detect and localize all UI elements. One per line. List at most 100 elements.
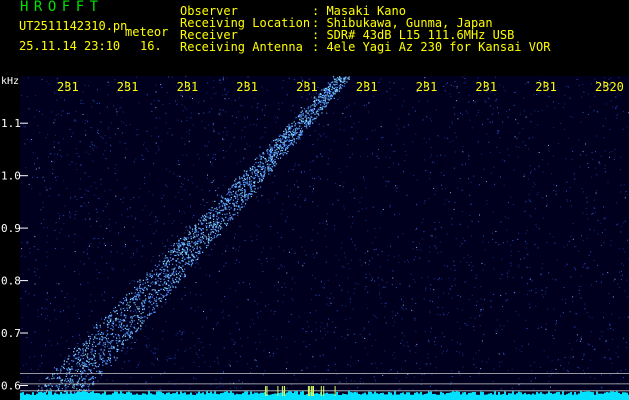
- trace-pixel: [280, 157, 282, 159]
- noise-pixel: [36, 176, 38, 178]
- trace-pixel: [309, 122, 311, 124]
- trace-pixel: [266, 150, 268, 152]
- noise-pixel: [55, 176, 56, 178]
- trace-pixel: [208, 242, 210, 244]
- noise-pixel: [225, 250, 227, 252]
- noise-pixel: [468, 178, 469, 180]
- trace-pixel: [94, 365, 96, 367]
- noise-pixel: [278, 108, 280, 110]
- noise-pixel: [454, 202, 456, 204]
- trace-pixel: [261, 179, 263, 181]
- noise-pixel: [368, 263, 370, 265]
- noise-pixel: [93, 238, 95, 240]
- trace-pixel: [219, 210, 221, 212]
- trace-pixel: [254, 173, 256, 175]
- noise-pixel: [344, 256, 346, 258]
- noise-pixel: [337, 199, 339, 201]
- trace-pixel: [269, 169, 271, 171]
- trace-pixel: [136, 289, 138, 291]
- trace-pixel: [253, 191, 255, 193]
- noise-pixel: [492, 238, 494, 240]
- trace-pixel: [299, 134, 301, 136]
- noise-pixel: [216, 387, 218, 389]
- noise-pixel: [347, 328, 349, 330]
- noise-pixel: [530, 170, 532, 172]
- trace-pixel: [83, 389, 85, 391]
- noise-pixel: [372, 206, 374, 208]
- noise-pixel: [449, 126, 451, 128]
- noise-pixel: [271, 164, 273, 166]
- trace-pixel: [237, 181, 239, 183]
- noise-pixel: [588, 316, 590, 318]
- trace-pixel: [71, 368, 74, 370]
- noise-pixel: [504, 90, 506, 92]
- trace-pixel: [92, 377, 94, 379]
- noise-pixel: [587, 93, 589, 95]
- noise-pixel: [428, 198, 430, 199]
- noise-pixel: [622, 222, 624, 224]
- noise-pixel: [583, 370, 584, 371]
- noise-pixel: [159, 100, 161, 102]
- noise-pixel: [617, 283, 619, 285]
- noise-pixel: [518, 232, 520, 234]
- noise-pixel: [238, 250, 239, 252]
- noise-pixel: [604, 164, 606, 166]
- trace-pixel: [300, 111, 302, 113]
- noise-pixel: [27, 376, 29, 378]
- noise-pixel: [101, 294, 103, 296]
- noise-pixel: [72, 336, 74, 338]
- noise-pixel: [580, 297, 582, 299]
- trace-pixel: [170, 259, 172, 262]
- noise-pixel: [412, 241, 414, 243]
- noise-pixel: [499, 152, 501, 153]
- noise-pixel: [537, 327, 539, 329]
- trace-pixel: [84, 353, 87, 355]
- trace-pixel: [84, 349, 86, 351]
- trace-pixel: [287, 145, 289, 147]
- trace-pixel: [274, 158, 276, 161]
- trace-pixel: [126, 328, 128, 330]
- noise-pixel: [271, 141, 273, 143]
- trace-pixel: [70, 381, 73, 383]
- noise-pixel: [265, 105, 267, 106]
- noise-pixel: [470, 317, 472, 319]
- noise-pixel: [530, 121, 532, 123]
- noise-pixel: [541, 268, 543, 270]
- noise-pixel: [587, 268, 589, 270]
- trace-pixel: [67, 380, 69, 382]
- noise-pixel: [41, 355, 42, 357]
- noise-pixel: [396, 187, 398, 189]
- noise-pixel: [530, 113, 532, 115]
- noise-pixel: [462, 366, 464, 368]
- trace-pixel: [212, 237, 214, 240]
- trace-pixel: [239, 178, 241, 180]
- trace-pixel: [201, 215, 204, 217]
- noise-pixel: [548, 272, 550, 274]
- trace-pixel: [329, 98, 331, 100]
- noise-pixel: [435, 356, 437, 358]
- noise-pixel: [565, 265, 567, 267]
- trace-pixel: [137, 327, 140, 329]
- noise-pixel: [341, 289, 343, 291]
- trace-pixel: [118, 335, 120, 337]
- noise-pixel: [322, 286, 324, 288]
- trace-pixel: [153, 298, 155, 300]
- trace-pixel: [91, 363, 93, 365]
- trace-pixel: [309, 110, 311, 112]
- noise-pixel: [457, 295, 459, 296]
- trace-pixel: [121, 350, 123, 352]
- noise-pixel: [98, 132, 99, 134]
- noise-pixel: [379, 292, 380, 294]
- trace-pixel: [226, 198, 228, 200]
- noise-pixel: [293, 79, 295, 81]
- noise-pixel: [553, 127, 555, 129]
- trace-pixel: [209, 217, 212, 219]
- noise-pixel: [64, 357, 66, 359]
- trace-pixel: [106, 330, 108, 332]
- noise-pixel: [471, 269, 473, 271]
- noise-pixel: [545, 323, 547, 325]
- trace-pixel: [73, 355, 75, 357]
- noise-pixel: [84, 218, 86, 220]
- noise-pixel: [92, 324, 94, 326]
- noise-pixel: [613, 280, 615, 282]
